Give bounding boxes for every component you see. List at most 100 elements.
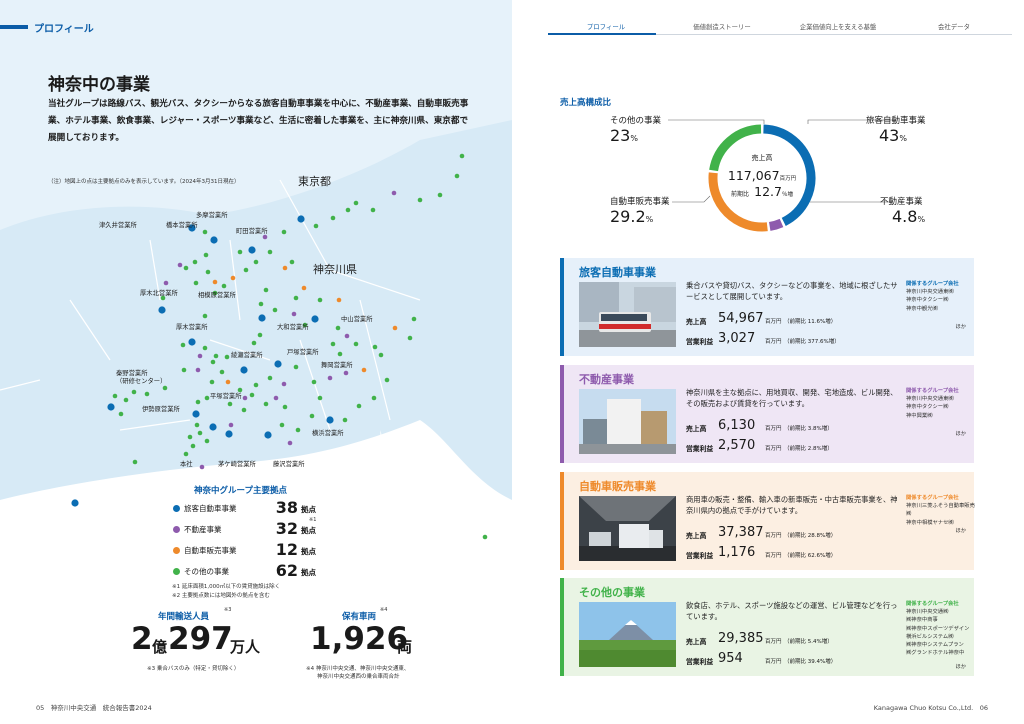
- segment-group-companies: 関係するグループ会社 神奈川中央交通東㈱ 神奈中タクシー㈱ 神中興業㈱: [906, 388, 959, 419]
- map-location-dot: [219, 369, 225, 375]
- map-location-dot: [353, 341, 359, 347]
- map-location-dot: [301, 285, 307, 291]
- map-location-dot: [183, 265, 189, 271]
- donut-label-carsales: 自動車販売事業: [610, 197, 670, 207]
- segment-name: 自動車販売事業: [579, 480, 656, 493]
- tab-foundation[interactable]: 企業価値向上を支える基盤: [780, 22, 896, 31]
- map-location-dot: [282, 265, 288, 271]
- map-location-dot: [192, 259, 198, 265]
- map-label-yamato: 大和営業所: [277, 324, 309, 331]
- segment-desc: 商用車の販売・整備、輸入車の新車販売・中古車販売事業を、神奈川県内の拠点で手がけ…: [686, 495, 898, 516]
- map-location-dot: [181, 367, 187, 373]
- segment-sales: 売上高 37,387 百万円 （前期比 28.8%増）: [686, 525, 837, 540]
- map-location-dot: [273, 395, 279, 401]
- donut-pct-passenger: 43%: [879, 126, 907, 145]
- section-header: プロフィール: [0, 22, 94, 35]
- map-location-dot: [289, 259, 295, 265]
- map-location-dot: [202, 345, 208, 351]
- map-location-dot: [132, 459, 138, 465]
- map-location-dot: [131, 389, 137, 395]
- segment-card-carsales: 自動車販売事業 商用車の販売・整備、輸入車の新車販売・中古車販売事業を、神奈川県…: [560, 472, 975, 570]
- passengers-sup: ※3: [224, 607, 232, 613]
- map-location-dot: [204, 438, 210, 444]
- segment-card-realestate: 不動産事業 神奈川県を主な拠点に、用地買収、開発、宅地造成、ビル開発、その販売お…: [560, 365, 974, 463]
- map-location-dot: [311, 379, 317, 385]
- map-location-dot: [342, 417, 348, 423]
- map-location-dot: [282, 404, 288, 410]
- tab-profile[interactable]: プロフィール: [548, 22, 664, 31]
- map-location-dot: [281, 229, 287, 235]
- map-location-dot: [144, 391, 150, 397]
- truck-photo: [579, 496, 676, 561]
- map-location-dot: [249, 392, 255, 398]
- map-location-dot: [344, 333, 350, 339]
- map-location-dot: [372, 344, 378, 350]
- donut-slice-1: [768, 218, 784, 231]
- map-location-dot: [228, 422, 234, 428]
- map-location-dot: [210, 236, 218, 244]
- map-label-ayase: 綾瀬営業所: [231, 352, 263, 359]
- bus-photo: [579, 282, 676, 347]
- vehicles-unit: 両: [397, 638, 413, 656]
- map-location-dot: [162, 385, 168, 391]
- map-location-dot: [212, 279, 218, 285]
- golf-course-photo: [579, 602, 676, 667]
- map-location-dot: [309, 413, 315, 419]
- page-number-right: Kanagawa Chuo Kotsu Co.,Ltd. 06: [873, 704, 988, 712]
- map-location-dot: [411, 316, 417, 322]
- map-label-tama: 多摩営業所: [196, 212, 228, 219]
- map-location-dot: [187, 434, 193, 440]
- map-location-dot: [361, 367, 367, 373]
- map-location-dot: [327, 375, 333, 381]
- vehicles-big: 1,926: [310, 621, 409, 657]
- passengers-unit-1: 億: [152, 638, 168, 656]
- legend-row-other: その他の事業 62 拠点: [170, 561, 322, 581]
- segment-profit: 営業利益 954 百万円 （前期比 39.4%増）: [686, 651, 837, 666]
- map-location-dot: [202, 313, 208, 319]
- map-location-dot: [112, 393, 118, 399]
- map-location-dot: [297, 215, 305, 223]
- map-location-dot: [195, 399, 201, 405]
- map-location-dot: [353, 200, 359, 206]
- map-location-dot: [180, 342, 186, 348]
- donut-leader-lines: [668, 119, 898, 203]
- segment-hoka: ほか: [955, 431, 966, 437]
- map-location-dot: [264, 431, 272, 439]
- segment-desc: 乗合バスや貸切バス、タクシーなどの事業を、地域に根ざしたサービスとして展開してい…: [686, 281, 898, 302]
- map-location-dot: [225, 379, 231, 385]
- legend-title: 神奈中グループ主要拠点: [194, 486, 287, 496]
- map-location-dot: [258, 314, 266, 322]
- map-location-dot: [158, 306, 166, 314]
- legend-note-2: ※2 主要拠点数には地図外の拠点を含む: [172, 593, 270, 599]
- section-label: プロフィール: [34, 23, 94, 35]
- map-location-dot: [71, 499, 79, 507]
- map-label-hadano-1: 秦野営業所: [116, 370, 148, 377]
- map-location-dot: [221, 283, 227, 289]
- map-label-totsuka: 戸塚営業所: [287, 349, 319, 356]
- map-location-dot: [183, 451, 189, 457]
- nav-tabs: プロフィール 価値創造ストーリー 企業価値向上を支える基盤 会社データ: [548, 22, 1012, 38]
- map-label-hiratsuka: 平塚営業所: [210, 393, 242, 400]
- map-location-dot: [205, 269, 211, 275]
- map-location-dot: [225, 430, 233, 438]
- map-location-dot: [371, 395, 377, 401]
- map-location-dot: [345, 207, 351, 213]
- segment-sales: 売上高 6,130 百万円 （前期比 3.8%増）: [686, 418, 833, 433]
- tab-company-data[interactable]: 会社データ: [896, 22, 1012, 31]
- tab-value-story[interactable]: 価値創造ストーリー: [664, 22, 780, 31]
- map-location-dot: [291, 311, 297, 317]
- segment-profit: 営業利益 3,027 百万円 （前期比 377.6%増）: [686, 331, 840, 346]
- map-location-dot: [118, 411, 124, 417]
- legend-row-carsales: 自動車販売事業 12 拠点: [170, 540, 322, 560]
- map-location-dot: [195, 367, 201, 373]
- map-location-dot: [253, 382, 259, 388]
- map-label-isehara: 伊勢原営業所: [142, 406, 180, 413]
- map-location-dot: [392, 325, 398, 331]
- map-location-dot: [199, 464, 205, 470]
- legend-sup-mark: ※1: [309, 517, 317, 523]
- donut-label-realestate: 不動産事業: [880, 197, 923, 207]
- segment-name: 不動産事業: [579, 373, 634, 386]
- map-location-dot: [336, 297, 342, 303]
- segment-desc: 飲食店、ホテル、スポーツ施設などの運営、ビル管理などを行っています。: [686, 601, 898, 622]
- map-location-dot: [243, 267, 249, 273]
